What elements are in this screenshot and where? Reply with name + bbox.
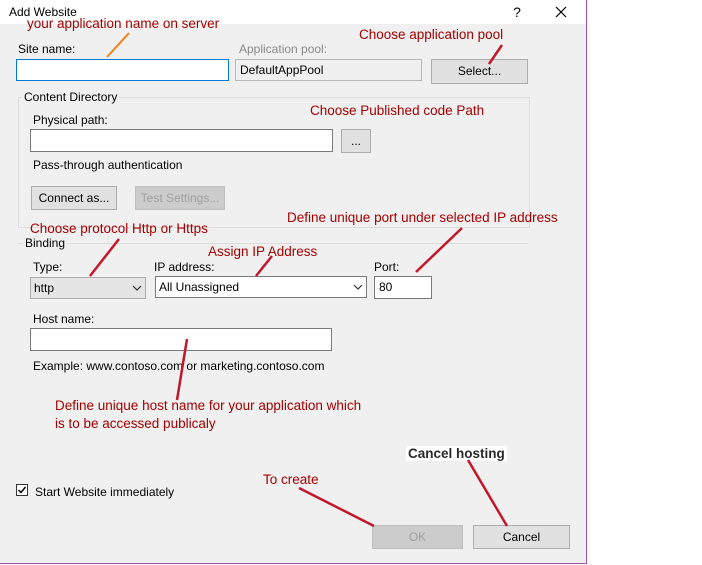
ip-address-select[interactable]: All Unassigned [155, 276, 367, 298]
type-select[interactable]: http [30, 277, 146, 299]
physical-path-label: Physical path: [33, 113, 108, 127]
site-name-input[interactable] [16, 59, 229, 81]
annotation-host: Define unique host name for your applica… [55, 398, 362, 431]
type-label: Type: [33, 260, 63, 274]
annotation-port: Define unique port under selected IP add… [287, 210, 558, 225]
type-select-value: http [34, 281, 55, 295]
physical-path-input[interactable] [30, 129, 333, 152]
annotation-code-path: Choose Published code Path [310, 103, 485, 118]
host-example-text: Example: www.contoso.com or marketing.co… [33, 359, 325, 373]
annotation-app-name: your application name on server [27, 16, 220, 31]
annotation-create: To create [263, 472, 319, 487]
annotation-ip: Assign IP Address [208, 244, 318, 259]
chevron-down-icon [353, 284, 363, 290]
host-name-input[interactable] [30, 328, 332, 351]
close-icon [555, 6, 567, 18]
annotation-protocol: Choose protocol Http or Https [30, 221, 208, 236]
port-input[interactable]: 80 [374, 276, 432, 299]
site-name-label: Site name: [18, 42, 76, 56]
app-pool-label: Application pool: [239, 42, 328, 56]
chevron-down-icon [132, 285, 142, 291]
port-label: Port: [374, 260, 400, 274]
checkmark-icon [17, 486, 27, 494]
content-directory-title: Content Directory [22, 90, 120, 104]
cancel-button[interactable]: Cancel [473, 525, 570, 549]
ip-address-label: IP address: [154, 260, 215, 274]
app-pool-field: DefaultAppPool [235, 59, 422, 81]
help-button[interactable]: ? [507, 2, 527, 22]
start-website-label: Start Website immediately [35, 485, 175, 499]
ip-address-value: All Unassigned [159, 280, 240, 294]
annotation-app-pool: Choose application pool [359, 27, 504, 42]
host-name-label: Host name: [33, 312, 95, 326]
ok-button: OK [372, 525, 463, 549]
select-app-pool-button[interactable]: Select... [431, 59, 528, 84]
annotation-cancel: Cancel hosting [406, 446, 507, 461]
browse-path-button[interactable]: ... [341, 129, 371, 153]
close-button[interactable] [548, 2, 574, 22]
start-website-checkbox[interactable] [16, 484, 28, 496]
pass-through-label: Pass-through authentication [33, 158, 183, 172]
test-settings-button: Test Settings... [135, 186, 225, 210]
connect-as-button[interactable]: Connect as... [31, 186, 117, 210]
binding-title: Binding [23, 236, 68, 250]
